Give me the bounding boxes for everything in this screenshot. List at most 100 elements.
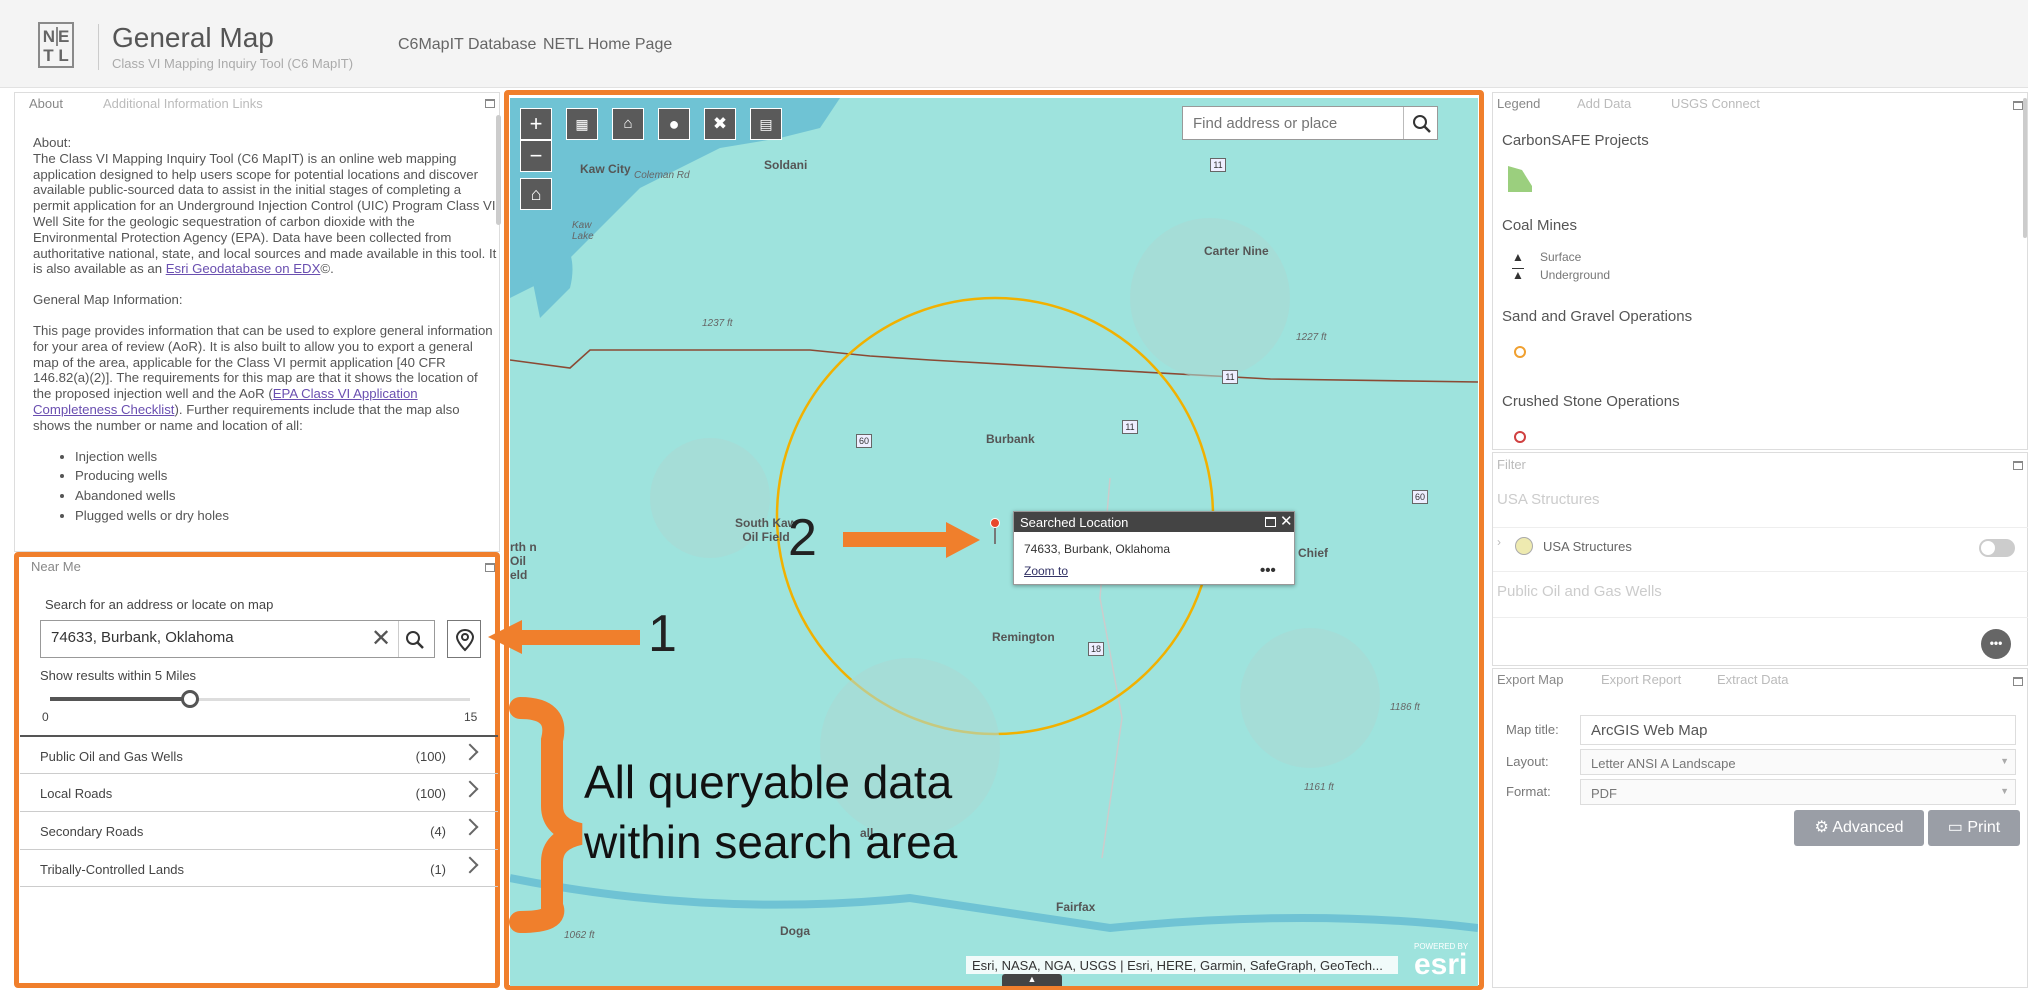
popup-maximize-icon[interactable] <box>1265 517 1276 527</box>
facility-icon[interactable]: ▤ <box>750 108 782 140</box>
elevation-label: 1186 ft <box>1390 702 1420 713</box>
print-button[interactable]: ▭ Print <box>1928 810 2020 846</box>
legend-sand-gravel: Sand and Gravel Operations <box>1502 308 1693 325</box>
netl-logo: NET L <box>38 22 74 68</box>
structures-icon[interactable]: ⌂ <box>612 108 644 140</box>
divider <box>1493 571 2028 572</box>
basemap-icon[interactable]: ▦ <box>566 108 598 140</box>
filter-group-wells: Public Oil and Gas Wells <box>1497 583 1662 600</box>
export-tabs: Export Map Export Report Extract Data <box>1493 669 2027 689</box>
highway-shield: 11 <box>1210 158 1226 172</box>
format-select[interactable]: PDF ▼ <box>1580 779 2016 805</box>
layout-select[interactable]: Letter ANSI A Landscape ▼ <box>1580 749 2016 775</box>
tab-additional-info[interactable]: Additional Information Links <box>103 96 263 111</box>
zoom-in-button[interactable]: + <box>520 108 552 140</box>
result-row[interactable]: Tribally-Controlled Lands (1) <box>20 849 498 887</box>
divider <box>1403 107 1404 139</box>
tab-add-data[interactable]: Add Data <box>1577 96 1631 111</box>
clear-icon[interactable]: ✕ <box>371 624 391 653</box>
home-button[interactable]: ⌂ <box>520 178 552 210</box>
app-header: NET L General Map Class VI Mapping Inqui… <box>0 0 2028 88</box>
filter-title: Filter <box>1497 457 1526 472</box>
radius-slider-fill <box>50 697 190 701</box>
edx-link[interactable]: Esri Geodatabase on EDX <box>166 261 321 276</box>
result-row[interactable]: Public Oil and Gas Wells (100) <box>20 735 498 773</box>
close-icon[interactable]: ✕ <box>1280 512 1293 530</box>
legend-coal-mines: Coal Mines <box>1502 217 1578 234</box>
map-label: Kaw Lake <box>572 220 594 242</box>
radius-slider-thumb[interactable] <box>181 690 199 708</box>
zoom-to-link[interactable]: Zoom to <box>1024 564 1068 578</box>
underground-icon: ▲ <box>1512 268 1524 282</box>
gear-icon: ⚙ <box>1814 819 1833 836</box>
water-drop-icon[interactable]: ● <box>658 108 690 140</box>
map-search-field <box>1182 106 1438 140</box>
radius-label: Show results within 5 Miles <box>40 668 197 683</box>
map-title-input[interactable] <box>1580 715 2016 745</box>
locate-button[interactable] <box>447 620 481 658</box>
divider <box>1493 617 2028 618</box>
tab-extract-data[interactable]: Extract Data <box>1717 672 1789 687</box>
tab-export-report[interactable]: Export Report <box>1601 672 1681 687</box>
highway-shield: 18 <box>1088 642 1104 656</box>
tab-usgs-connect[interactable]: USGS Connect <box>1671 96 1760 111</box>
tab-about[interactable]: About <box>29 96 63 111</box>
about-content: About: The Class VI Mapping Inquiry Tool… <box>33 135 498 528</box>
legend-underground: Underground <box>1540 268 1611 282</box>
near-me-search-field: ✕ <box>40 620 435 658</box>
sand-gravel-icon <box>1514 346 1526 358</box>
location-marker-icon[interactable] <box>990 518 1000 528</box>
c6mapit-database-link[interactable]: C6MapIT Database <box>398 36 536 54</box>
search-icon[interactable] <box>1412 114 1432 134</box>
maximize-icon[interactable] <box>2013 677 2023 686</box>
maximize-icon[interactable] <box>485 563 495 572</box>
slider-min: 0 <box>42 710 49 724</box>
maximize-icon[interactable] <box>2013 101 2023 110</box>
more-options-icon[interactable]: ••• <box>1981 629 2011 659</box>
crushed-stone-icon <box>1514 431 1526 443</box>
maximize-icon[interactable] <box>485 99 495 108</box>
attribution-toggle[interactable]: ▲ <box>1002 974 1062 986</box>
maximize-icon[interactable] <box>2013 461 2023 470</box>
popup-address: 74633, Burbank, Oklahoma <box>1024 542 1171 556</box>
location-pin-icon <box>455 628 475 652</box>
expand-chevron-icon[interactable]: › <box>1497 535 1501 549</box>
search-popup: Searched Location ✕ 74633, Burbank, Okla… <box>1013 511 1295 585</box>
highway-shield: 11 <box>1122 420 1138 434</box>
map-label: Kaw City <box>580 162 631 176</box>
map-search-input[interactable] <box>1193 115 1398 132</box>
near-me-search-input[interactable] <box>51 629 351 646</box>
map-label: Burbank <box>986 432 1035 446</box>
elevation-label: 1062 ft <box>564 930 595 941</box>
tab-legend[interactable]: Legend <box>1497 96 1540 111</box>
search-icon[interactable] <box>405 630 425 650</box>
logo-divider <box>98 24 99 70</box>
result-row[interactable]: Local Roads (100) <box>20 773 498 811</box>
list-item: Abandoned wells <box>75 488 498 504</box>
zoom-out-button[interactable]: − <box>520 140 552 172</box>
structures-swatch-icon <box>1515 537 1533 555</box>
legend-tabs: Legend Add Data USGS Connect <box>1493 93 2027 113</box>
tools-icon[interactable]: ✖ <box>704 108 736 140</box>
highway-shield: 11 <box>1222 370 1238 384</box>
highway-shield: 60 <box>856 434 872 448</box>
list-item: Injection wells <box>75 449 498 465</box>
printer-icon: ▭ <box>1947 819 1968 836</box>
marker-stem <box>994 528 996 544</box>
list-item: Producing wells <box>75 468 498 484</box>
result-row[interactable]: Secondary Roads (4) <box>20 811 498 849</box>
legend-carbonsafe: CarbonSAFE Projects <box>1502 132 1649 149</box>
tab-export-map[interactable]: Export Map <box>1497 672 1563 687</box>
advanced-button[interactable]: ⚙ Advanced <box>1794 810 1924 846</box>
slider-max: 15 <box>464 710 478 724</box>
about-scrollbar[interactable] <box>496 115 501 225</box>
legend-crushed-stone: Crushed Stone Operations <box>1502 393 1680 410</box>
general-map-heading: General Map Information: <box>33 292 183 308</box>
map-label: Fairfax <box>1056 900 1096 914</box>
more-options-icon[interactable]: ••• <box>1260 562 1276 579</box>
netl-home-link[interactable]: NETL Home Page <box>543 36 672 54</box>
legend-scrollbar[interactable] <box>2023 98 2027 238</box>
annotation-number-1: 1 <box>648 605 677 663</box>
toggle-switch[interactable] <box>1979 539 2015 557</box>
about-heading: About: <box>33 135 72 150</box>
